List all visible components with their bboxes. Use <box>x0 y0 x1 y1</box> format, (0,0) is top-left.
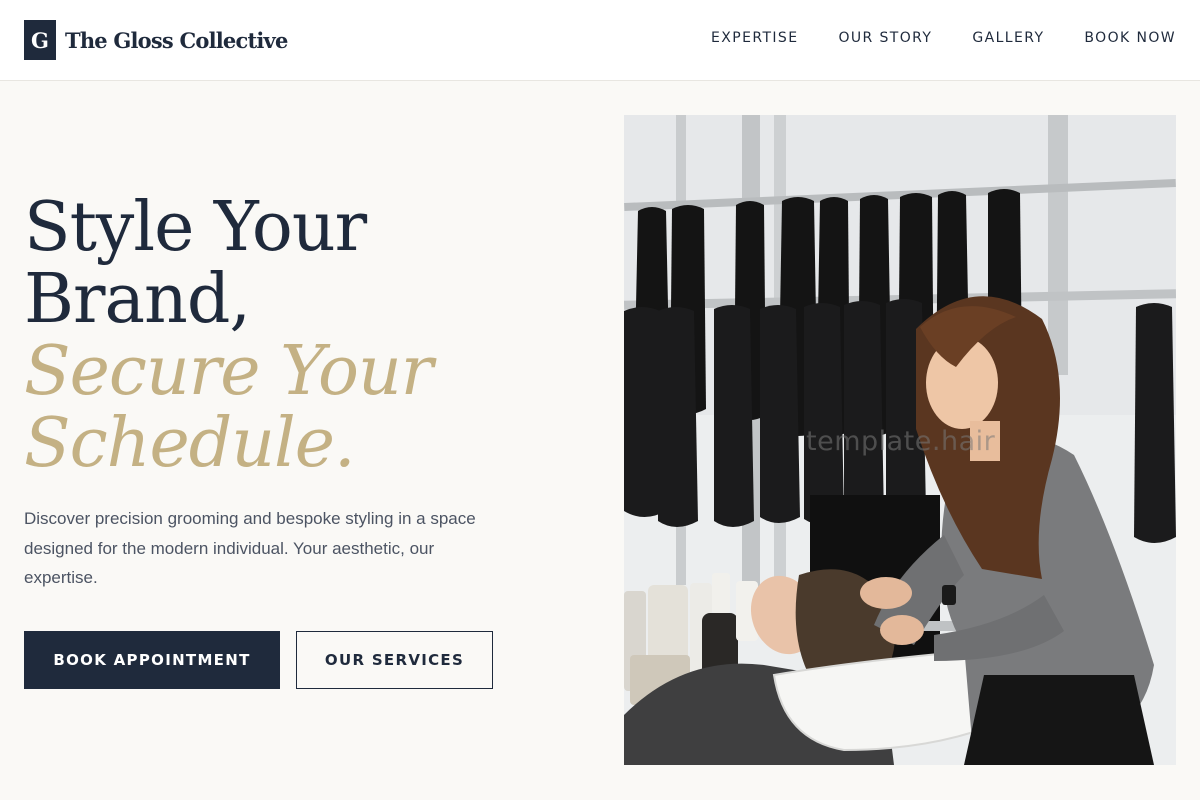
main-nav: EXPERTISE OUR STORY GALLERY BOOK NOW <box>711 30 1176 46</box>
nav-expertise[interactable]: EXPERTISE <box>711 30 798 46</box>
headline-line-1: Style Your <box>24 188 367 267</box>
nav-gallery[interactable]: GALLERY <box>972 30 1044 46</box>
hero-description: Discover precision grooming and bespoke … <box>24 509 476 587</box>
image-watermark: template.hair <box>806 426 996 457</box>
nav-our-story[interactable]: OUR STORY <box>838 30 932 46</box>
headline-accent-line-2: Schedule. <box>24 404 356 483</box>
headline-accent-line-1: Secure Your <box>24 332 433 411</box>
book-appointment-button[interactable]: BOOK APPOINTMENT <box>24 631 280 689</box>
our-services-button[interactable]: OUR SERVICES <box>296 631 493 689</box>
headline-line-2: Brand, <box>24 260 251 339</box>
brand-logo[interactable]: G The Gloss Collective <box>24 20 288 60</box>
logo-mark: G <box>24 20 56 60</box>
nav-book-now[interactable]: BOOK NOW <box>1084 30 1176 46</box>
hero-salon-photo: template.hair <box>624 115 1176 765</box>
site-header: G The Gloss Collective EXPERTISE OUR STO… <box>0 0 1200 81</box>
brand-name: The Gloss Collective <box>65 27 288 53</box>
hero-headline: Style Your Brand, Secure Your Schedule. <box>24 188 433 483</box>
